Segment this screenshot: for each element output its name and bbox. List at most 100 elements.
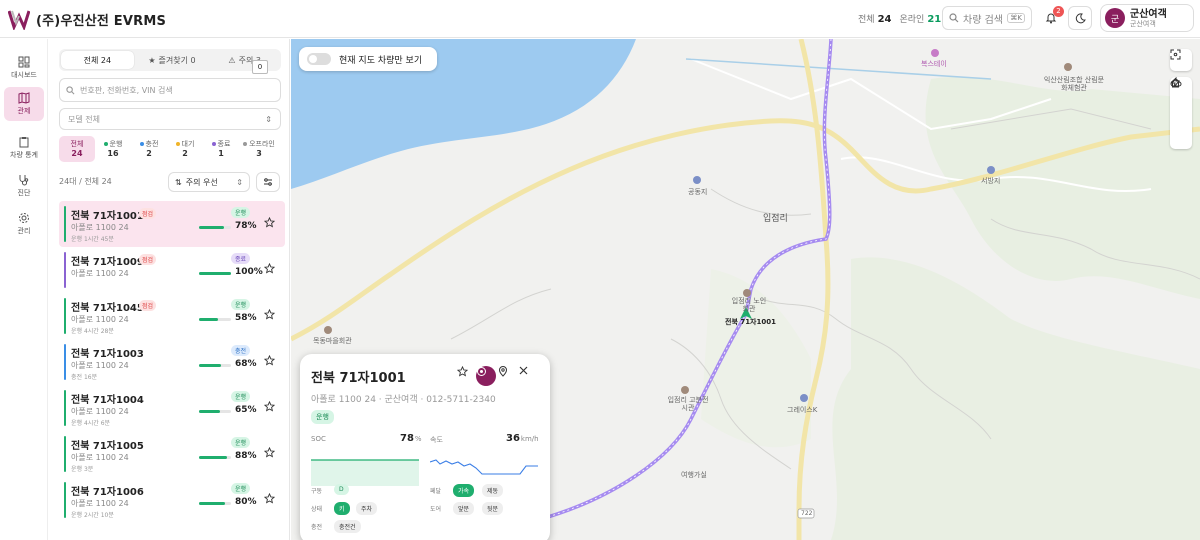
state-park-chip: 주차	[356, 502, 378, 515]
search-label: 차량 검색	[963, 14, 1003, 26]
track-vehicle-button[interactable]	[476, 366, 496, 386]
tab-favorites[interactable]: ★ 즐겨찾기 0	[136, 49, 209, 71]
filter-charging[interactable]: 충전 2	[131, 136, 167, 162]
vehicle-plate: 전북 71자1006	[71, 487, 144, 498]
vehicle-plate: 전북 71자1001	[71, 211, 144, 222]
battery-bar	[199, 502, 231, 505]
vehicle-card[interactable]: 전북 71자1009 점검 아폴로 1100 24 종료 100%	[59, 247, 285, 293]
vehicle-duration: 운행 4시간 28분	[71, 328, 114, 335]
vehicle-card[interactable]: 전북 71자1004 아폴로 1100 24 운행 4시간 6분 운행 65%	[59, 385, 285, 431]
avatar: 군	[1105, 8, 1125, 28]
star-icon[interactable]	[264, 355, 275, 366]
pedal-accel-chip: 가속	[453, 484, 475, 497]
sort-select[interactable]: ⇅ 주의 우선 ⇕	[168, 172, 250, 192]
star-icon[interactable]	[264, 217, 275, 228]
vehicle-card[interactable]: 전북 71자1001 점검 아폴로 1100 24 운행 1시간 45분 운행 78%	[59, 201, 285, 247]
filter-ended[interactable]: 종료 1	[203, 136, 239, 162]
filter-options-button[interactable]	[256, 172, 280, 192]
fit-bounds-button[interactable]	[1170, 49, 1192, 71]
drive-value-chip: D	[334, 484, 349, 495]
map-label: 722	[801, 510, 813, 517]
status-badge: 충전	[231, 345, 251, 356]
favorite-button[interactable]	[457, 366, 477, 386]
popup-subtitle: 아폴로 1100 24 · 군산여객 · 012-5711-2340	[311, 395, 496, 405]
visible-only-toggle[interactable]: 현재 지도 차량만 보기	[299, 47, 437, 71]
filter-all[interactable]: 전체 24	[59, 136, 95, 162]
tab-all[interactable]: 전체 24	[61, 51, 134, 69]
app-title: (주)우진산전 EVRMS	[36, 13, 167, 29]
app-header: (주)우진산전 EVRMS 전체 24 온라인 21 차량 검색 ⌘K 2 군 군산…	[0, 0, 1200, 38]
star-icon[interactable]	[264, 309, 275, 320]
vehicle-search-input[interactable]: 번호판, 전화번호, VIN 검색	[59, 78, 281, 102]
vehicle-plate: 전북 71자1009	[71, 257, 144, 268]
battery-percent: 100%	[235, 267, 263, 277]
nav-control[interactable]: 관제	[4, 87, 44, 121]
filter-offline[interactable]: 오프라인 3	[239, 136, 279, 162]
chevron-updown-icon: ⇕	[236, 177, 243, 187]
map-label: 입점리	[763, 214, 788, 224]
nav-vehicle-stats[interactable]: 차량 통계	[4, 131, 44, 165]
cloud-icon[interactable]	[1170, 77, 1182, 88]
user-menu[interactable]: 군 군산여객 군산여객	[1100, 4, 1194, 32]
close-button[interactable]	[519, 366, 539, 386]
stat-online: 온라인 21	[899, 14, 942, 25]
vehicle-card[interactable]: 전북 71자1005 아폴로 1100 24 운행 3분 운행 88%	[59, 431, 285, 477]
star-icon[interactable]	[264, 401, 275, 412]
map-view[interactable]: 복스테이 익산산림조합 산림문화체험관 서방지 공동지 입점리 입점리 노인회관…	[291, 39, 1200, 540]
notification-button[interactable]: 2	[1040, 6, 1064, 30]
vehicle-duration: 운행 1시간 45분	[71, 236, 114, 243]
battery-bar	[199, 456, 231, 459]
vehicle-plate: 전북 71자1003	[71, 349, 144, 360]
map-label: 목동마을회관	[313, 337, 352, 345]
logo[interactable]: (주)우진산전 EVRMS	[8, 8, 166, 30]
vehicle-duration: 운행 4시간 6분	[71, 420, 111, 427]
nav-diagnosis[interactable]: 진단	[4, 169, 44, 203]
vehicle-plate: 전북 71자1005	[71, 441, 144, 452]
status-filters: 전체 24 운행 16 충전 2 대기 2 종료 1 오프라인 3	[59, 136, 281, 162]
state-label: 상태	[311, 506, 323, 513]
battery-bar	[199, 272, 231, 275]
vehicle-card[interactable]: 전북 71자1003 아폴로 1100 24 충전 16분 충전 68%	[59, 339, 285, 385]
vehicle-model: 아폴로 1100 24	[71, 499, 129, 508]
star-icon[interactable]	[264, 263, 275, 274]
sort-label: 주의 우선	[185, 177, 218, 187]
map-label: 익산산림조합 산림문화체험관	[1043, 76, 1105, 92]
nav-management[interactable]: 관리	[4, 207, 44, 241]
vehicle-card[interactable]: 전북 71자1045 점검 아폴로 1100 24 운행 4시간 28분 운행 58%	[59, 293, 285, 339]
star-icon[interactable]	[264, 447, 275, 458]
header-stats: 전체 24 온라인 21	[858, 12, 941, 25]
filter-waiting[interactable]: 대기 2	[167, 136, 203, 162]
status-bar	[64, 252, 66, 288]
close-icon	[519, 366, 528, 375]
nav-label: 대시보드	[11, 71, 37, 79]
door-rear-chip: 뒷문	[482, 502, 504, 515]
map-label: 그레이스K	[787, 406, 818, 414]
pedal-brake-chip: 제동	[482, 484, 504, 497]
vehicle-sidebar: 전체 24 ★ 즐겨찾기 0 ⚠ 주의 3 0 번호판, 전화번호, VIN 검…	[49, 39, 290, 540]
nav-label: 관제	[17, 107, 31, 115]
tab-warning[interactable]: ⚠ 주의 3	[208, 49, 281, 71]
star-icon[interactable]	[264, 493, 275, 504]
door-front-chip: 앞문	[453, 502, 475, 515]
stat-total: 전체 24	[858, 14, 892, 25]
nav-label: 차량 통계	[10, 151, 38, 159]
theme-toggle-button[interactable]	[1068, 6, 1092, 30]
model-select[interactable]: 모델 전체 ⇕	[59, 108, 281, 130]
toggle-switch[interactable]	[307, 53, 331, 65]
vehicle-card[interactable]: 전북 71자1006 아폴로 1100 24 운행 2시간 10분 운행 80%	[59, 477, 285, 523]
nav-dashboard[interactable]: 대시보드	[4, 51, 44, 85]
user-role: 군산여객	[1130, 19, 1156, 28]
battery-percent: 58%	[235, 313, 257, 323]
fullscreen-icon	[1170, 49, 1181, 60]
map-vehicle-label: 전북 71자1001	[725, 318, 776, 326]
locate-button[interactable]	[498, 366, 518, 386]
filter-running[interactable]: 운행 16	[95, 136, 131, 162]
status-badge: 운행	[231, 437, 251, 448]
soc-sparkline	[311, 459, 419, 486]
sliders-icon	[264, 178, 272, 186]
status-bar	[64, 344, 66, 380]
map-label: 공동지	[688, 188, 708, 196]
map-label: 서방지	[981, 177, 1001, 185]
inspection-tag: 점검	[139, 254, 157, 265]
vehicle-search-button[interactable]: 차량 검색 ⌘K	[942, 6, 1032, 30]
